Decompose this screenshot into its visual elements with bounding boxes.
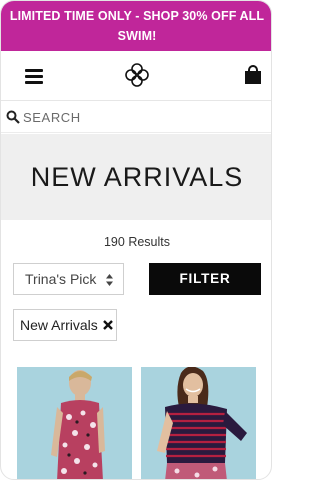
product-card[interactable] <box>141 367 256 480</box>
active-filter-chip: New Arrivals <box>13 309 117 341</box>
flower-logo[interactable] <box>123 61 151 89</box>
active-filter-label: New Arrivals <box>20 317 98 333</box>
remove-filter-icon[interactable] <box>103 320 113 330</box>
sort-arrows-icon <box>106 274 113 286</box>
page-title: NEW ARRIVALS <box>30 162 244 192</box>
filter-button[interactable]: FILTER <box>149 263 261 295</box>
sort-selected-label: Trina's Pick <box>25 271 97 287</box>
search-icon[interactable] <box>6 110 20 124</box>
hamburger-menu-icon[interactable] <box>25 69 43 84</box>
results-count: 190 Results <box>103 235 170 249</box>
phone-frame: LIMITED TIME ONLY - SHOP 30% OFF ALL SWI… <box>0 0 272 480</box>
page-title-banner: NEW ARRIVALS <box>1 134 271 220</box>
site-header <box>1 51 271 101</box>
shopping-bag-icon[interactable] <box>244 65 262 85</box>
sort-select[interactable]: Trina's Pick <box>13 263 124 295</box>
search-input[interactable] <box>23 106 263 128</box>
promo-text[interactable]: LIMITED TIME ONLY - SHOP 30% OFF ALL SWI… <box>10 9 264 43</box>
product-image[interactable] <box>141 367 256 480</box>
promo-banner[interactable]: LIMITED TIME ONLY - SHOP 30% OFF ALL SWI… <box>1 1 271 51</box>
product-card[interactable] <box>17 367 132 480</box>
product-image[interactable] <box>17 367 132 480</box>
search-bar <box>1 101 271 133</box>
